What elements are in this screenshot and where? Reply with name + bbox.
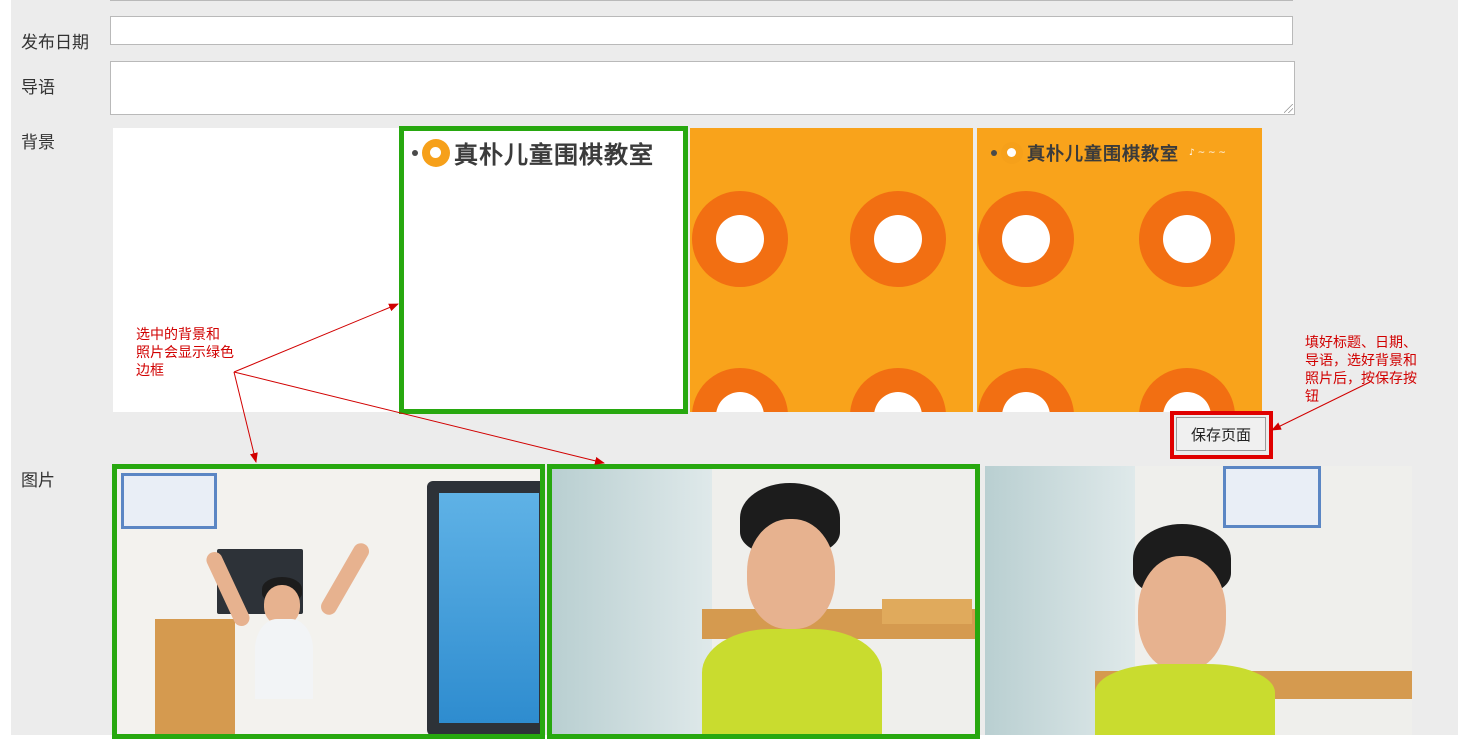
ring-shape xyxy=(692,191,788,287)
logo-slogan: ♪ ~ ~ ~ xyxy=(1189,148,1226,158)
background-option-orange-logo[interactable]: 真朴儿童围棋教室 ♪ ~ ~ ~ xyxy=(977,128,1262,412)
ring-shape xyxy=(1139,191,1235,287)
child-shirt xyxy=(702,629,882,734)
resize-grip-icon[interactable] xyxy=(1284,104,1293,113)
background-option-logo-white[interactable]: 真朴儿童围棋教室 xyxy=(399,126,688,414)
frosted-glass xyxy=(552,469,712,734)
photo-option-2[interactable] xyxy=(547,464,980,739)
intro-textarea[interactable] xyxy=(110,61,1295,115)
tv-screen xyxy=(427,481,540,734)
wall-poster xyxy=(121,473,217,529)
logo-text: 真朴儿童围棋教室 xyxy=(454,141,654,169)
save-page-button[interactable]: 保存页面 xyxy=(1176,417,1266,451)
logo-dot-icon xyxy=(991,150,997,156)
logo-text: 真朴儿童围棋教室 xyxy=(1027,144,1179,165)
ring-shape xyxy=(692,368,788,412)
save-annotation: 填好标题、日期、 导语，选好背景和 照片后，按保存按 钮 xyxy=(1305,335,1417,405)
selection-annotation: 选中的背景和 照片会显示绿色 边框 xyxy=(136,327,234,379)
ring-shape xyxy=(978,368,1074,412)
logo-face-icon xyxy=(1001,142,1023,164)
logo-face-icon xyxy=(422,138,450,167)
background-option-orange-rings[interactable] xyxy=(690,128,973,412)
photo-option-3[interactable] xyxy=(985,466,1412,735)
school-logo: 真朴儿童围棋教室 ♪ ~ ~ ~ xyxy=(991,140,1226,166)
podium xyxy=(155,619,235,734)
date-label: 发布日期 xyxy=(21,33,89,53)
school-logo: 真朴儿童围棋教室 xyxy=(412,135,654,170)
desk xyxy=(882,599,972,624)
ring-shape xyxy=(978,191,1074,287)
child-shirt xyxy=(255,619,313,699)
child-face xyxy=(1138,556,1226,671)
intro-label: 导语 xyxy=(21,78,55,98)
title-field[interactable] xyxy=(110,0,1293,1)
date-field[interactable] xyxy=(110,16,1293,45)
ring-shape xyxy=(850,368,946,412)
child-face xyxy=(747,519,835,629)
child-shirt xyxy=(1095,664,1275,735)
ring-shape xyxy=(850,191,946,287)
logo-dot-icon xyxy=(412,149,418,156)
ring-shape xyxy=(1139,368,1235,412)
images-label: 图片 xyxy=(21,471,55,491)
tv-screen-content xyxy=(439,493,539,723)
wall-poster xyxy=(1223,466,1321,528)
photo-option-1[interactable] xyxy=(112,464,545,739)
background-label: 背景 xyxy=(21,133,55,153)
